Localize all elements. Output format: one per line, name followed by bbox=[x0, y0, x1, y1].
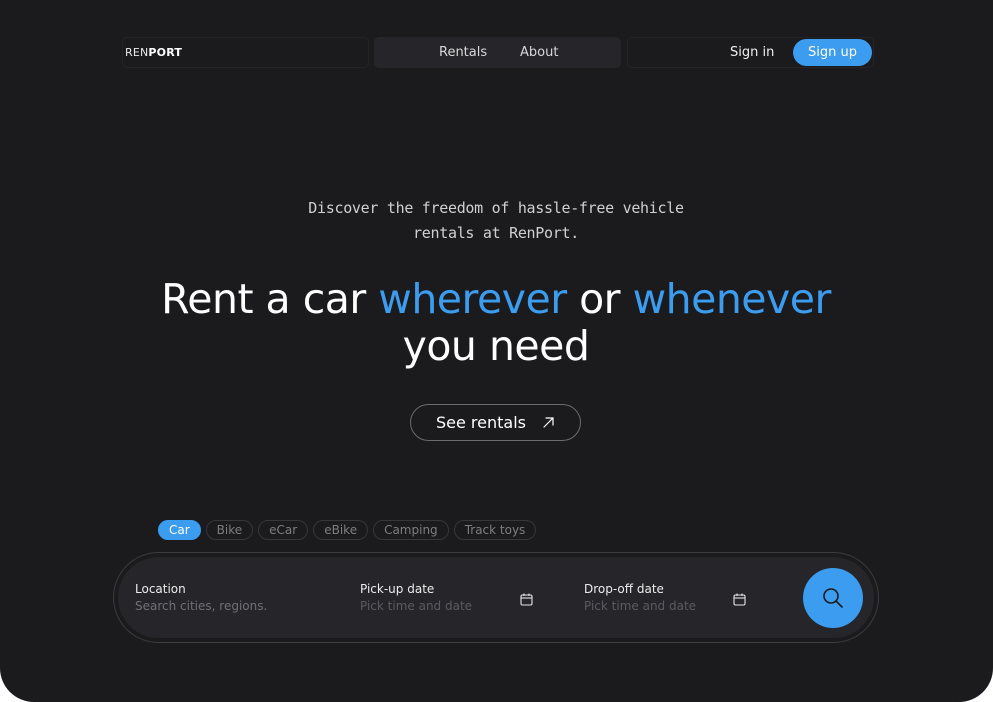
category-bike[interactable]: Bike bbox=[205, 520, 254, 540]
tagline-line-2: rentals at RenPort. bbox=[413, 224, 579, 242]
location-field[interactable]: Location Search cities, regions. bbox=[135, 581, 335, 615]
category-ecar[interactable]: eCar bbox=[258, 520, 309, 540]
calendar-icon[interactable] bbox=[520, 591, 533, 606]
search-icon bbox=[823, 588, 843, 608]
logo[interactable]: RENPORT bbox=[125, 46, 182, 59]
logo-suffix: PORT bbox=[148, 46, 183, 59]
see-rentals-button[interactable]: See rentals bbox=[410, 404, 581, 441]
category-tabs: Car Bike eCar eBike Camping Track toys bbox=[158, 520, 537, 540]
category-car[interactable]: Car bbox=[158, 520, 201, 540]
category-camping[interactable]: Camping bbox=[373, 520, 449, 540]
pickup-date-label: Pick-up date bbox=[360, 582, 435, 596]
nav-logo-area: RENPORT bbox=[122, 37, 369, 68]
page-frame: RENPORT Rentals About Sign in Sign up Di… bbox=[0, 0, 993, 702]
headline-line-2: you need bbox=[402, 322, 590, 370]
see-rentals-label: See rentals bbox=[436, 413, 526, 432]
hero-headline: Rent a car wherever or whenever you need bbox=[96, 276, 896, 370]
tagline-line-1: Discover the freedom of hassle-free vehi… bbox=[308, 199, 684, 217]
calendar-icon[interactable] bbox=[733, 591, 746, 606]
nav-auth: Sign in Sign up bbox=[627, 37, 874, 68]
dropoff-date-input[interactable]: Pick time and date bbox=[584, 597, 734, 615]
nav-link-about[interactable]: About bbox=[520, 45, 558, 60]
headline-accent-1: wherever bbox=[378, 275, 567, 323]
headline-line-1: Rent a car wherever or whenever bbox=[96, 276, 896, 323]
location-label: Location bbox=[135, 582, 186, 596]
arrow-up-right-icon bbox=[542, 405, 555, 440]
nav-links: Rentals About bbox=[374, 37, 621, 68]
sign-in-button[interactable]: Sign in bbox=[730, 45, 774, 60]
nav-link-rentals[interactable]: Rentals bbox=[439, 45, 487, 60]
dropoff-date-field[interactable]: Drop-off date Pick time and date bbox=[584, 581, 734, 615]
location-input[interactable]: Search cities, regions. bbox=[135, 597, 335, 615]
headline-part-2: or bbox=[566, 275, 633, 323]
search-button[interactable] bbox=[803, 568, 863, 628]
category-track-toys[interactable]: Track toys bbox=[453, 520, 537, 540]
logo-prefix: REN bbox=[125, 46, 149, 59]
hero-tagline: Discover the freedom of hassle-free vehi… bbox=[296, 196, 696, 246]
pickup-date-input[interactable]: Pick time and date bbox=[360, 597, 510, 615]
category-ebike[interactable]: eBike bbox=[313, 520, 369, 540]
pickup-date-field[interactable]: Pick-up date Pick time and date bbox=[360, 581, 510, 615]
headline-part-1: Rent a car bbox=[161, 275, 379, 323]
search-bar: Location Search cities, regions. Pick-up… bbox=[118, 557, 874, 638]
sign-up-button[interactable]: Sign up bbox=[793, 39, 872, 66]
dropoff-date-label: Drop-off date bbox=[584, 582, 664, 596]
headline-accent-2: whenever bbox=[632, 275, 832, 323]
